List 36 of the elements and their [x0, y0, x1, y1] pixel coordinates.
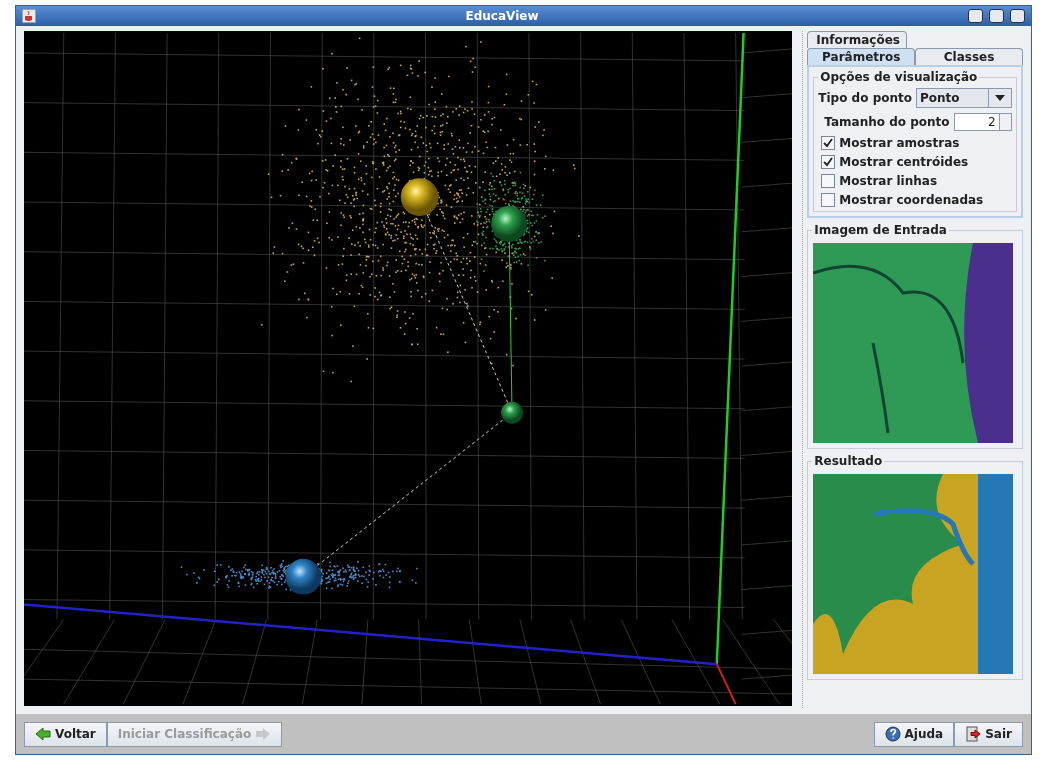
centroid-sphere [491, 206, 527, 242]
point-size-spinner[interactable]: 2 [953, 113, 1012, 131]
centroid-sphere [501, 401, 523, 424]
field-label: Tamanho do ponto [824, 115, 950, 129]
exit-door-icon [965, 726, 982, 742]
arrow-left-icon [35, 727, 51, 741]
checkbox[interactable] [821, 193, 836, 207]
centroid-sphere [285, 558, 322, 595]
checkbox-label: Mostrar centróides [839, 155, 969, 169]
checkbox[interactable] [821, 155, 836, 169]
checkbox-label: Mostrar linhas [839, 174, 938, 188]
group-title: Opções de visualização [818, 70, 980, 84]
window-title: EducaView [464, 9, 540, 23]
checkbox[interactable] [821, 136, 836, 150]
field-label: Tipo do ponto [818, 91, 912, 105]
checkbox-label: Mostrar coordenadas [839, 193, 984, 207]
back-button[interactable]: Voltar [24, 721, 107, 747]
close-button[interactable] [1010, 9, 1025, 23]
tab[interactable]: Classes [915, 48, 1023, 65]
tab[interactable]: Informações [807, 31, 908, 48]
checkbox[interactable] [821, 174, 836, 188]
tab[interactable]: Parâmetros [807, 48, 916, 65]
z-axis-line [715, 663, 737, 705]
exit-button[interactable]: Sair [954, 721, 1023, 747]
centroid-sphere [400, 178, 439, 216]
help-button[interactable]: Ajuda [873, 721, 955, 747]
checkbox-label: Mostrar amostras [839, 136, 960, 150]
panel-title: Resultado [812, 454, 885, 468]
caret-icon [995, 95, 1005, 101]
panel-title: Imagem de Entrada [812, 223, 949, 237]
point-type-dropdown[interactable]: Ponto [916, 88, 1012, 108]
cup-icon [22, 9, 36, 23]
maximize-button[interactable] [989, 9, 1004, 23]
help-icon [884, 726, 901, 742]
minimize-button[interactable] [968, 9, 983, 23]
arrow-right-icon [255, 727, 272, 741]
